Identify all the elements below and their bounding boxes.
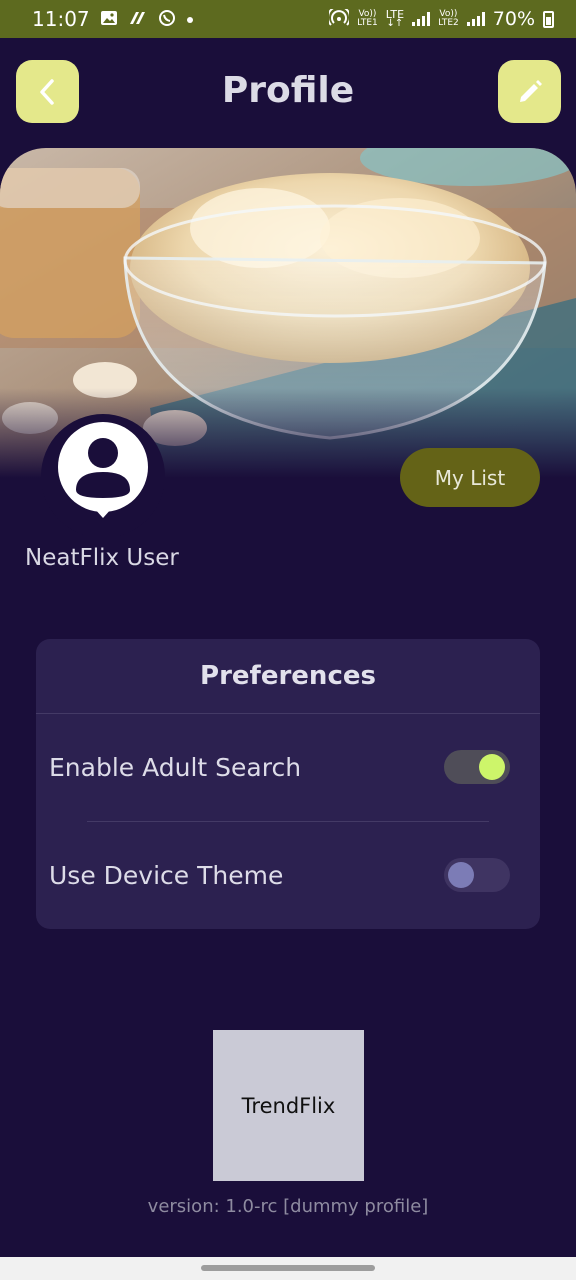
whatsapp-icon: [158, 9, 176, 30]
battery-icon: [543, 10, 554, 28]
preferences-card: Preferences Enable Adult Search Use Devi…: [36, 639, 540, 929]
status-bar: 11:07 Vo)) LTE1 LTE ↓↑ Vo)) LTE2 70%: [0, 0, 576, 38]
version-text: version: 1.0-rc [dummy profile]: [147, 1196, 429, 1217]
adult-search-toggle[interactable]: [444, 750, 510, 784]
lte-label: LTE ↓↑: [385, 8, 405, 29]
avatar[interactable]: [41, 414, 165, 538]
preferences-title: Preferences: [36, 639, 540, 714]
sim2-network-label: Vo)) LTE2: [438, 9, 459, 28]
battery-percentage: 70%: [492, 8, 535, 30]
hotspot-icon: [327, 5, 352, 30]
toggle-knob: [448, 862, 474, 888]
pref-label: Enable Adult Search: [49, 752, 302, 782]
header: Profile: [0, 38, 576, 148]
my-list-button[interactable]: My List: [400, 448, 540, 507]
divider: [87, 821, 489, 822]
page-title: Profile: [221, 70, 355, 111]
pref-label: Use Device Theme: [49, 860, 284, 890]
signal-strength-icon: [412, 12, 431, 26]
device-theme-toggle[interactable]: [444, 858, 510, 892]
app-logo: TrendFlix: [213, 1030, 364, 1181]
user-avatar-icon: [58, 422, 148, 518]
toggle-knob: [479, 754, 505, 780]
profile-screen: 11:07 Vo)) LTE1 LTE ↓↑ Vo)) LTE2 70% Pro…: [0, 0, 576, 1280]
user-name: NeatFlix User: [25, 545, 179, 571]
system-nav-bar: [0, 1257, 576, 1280]
gallery-icon: [100, 10, 118, 29]
pref-row-device-theme[interactable]: Use Device Theme: [36, 845, 540, 905]
logo-text: TrendFlix: [241, 1093, 336, 1118]
app-notification-icon: [128, 10, 148, 29]
pref-row-adult-search[interactable]: Enable Adult Search: [36, 737, 540, 797]
pencil-icon: [519, 79, 542, 102]
sim1-network-label: Vo)) LTE1: [357, 9, 378, 28]
edit-button[interactable]: [498, 60, 561, 123]
dot-indicator-icon: [186, 11, 194, 27]
signal-strength-icon: [466, 12, 485, 26]
home-gesture-handle[interactable]: [201, 1265, 375, 1271]
status-time: 11:07: [32, 7, 90, 31]
